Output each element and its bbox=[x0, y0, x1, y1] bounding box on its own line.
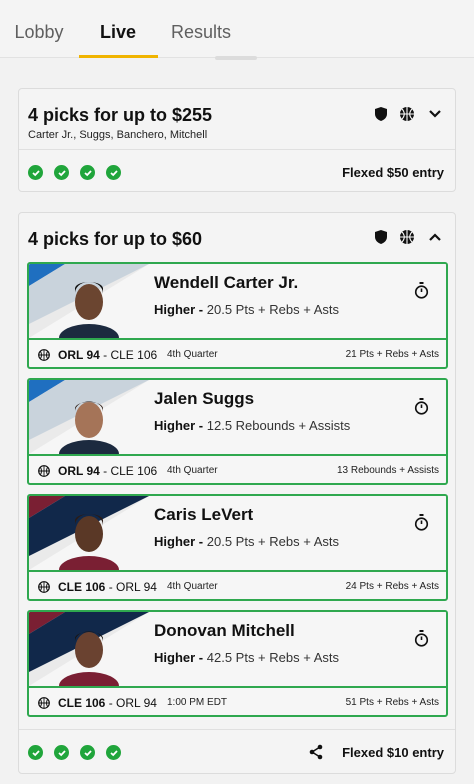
shield-icon bbox=[375, 107, 387, 121]
stopwatch-icon bbox=[414, 514, 429, 531]
pull-handle bbox=[215, 56, 257, 60]
player-photo bbox=[29, 612, 149, 686]
entry-amount: Flexed $10 entry bbox=[342, 745, 444, 760]
chevron-up-icon[interactable] bbox=[427, 229, 443, 245]
entry-title: 4 picks for up to $255 bbox=[28, 105, 213, 125]
entry-card-1[interactable]: 4 picks for up to $255 Carter Jr., Suggs… bbox=[18, 88, 456, 192]
pick-result-checks bbox=[28, 165, 121, 180]
check-icon bbox=[54, 745, 69, 760]
pick-game-info: ORL 94 - CLE 106 4th Quarter 13 Rebounds… bbox=[29, 458, 446, 483]
basketball-icon bbox=[38, 465, 50, 477]
game-score: CLE 106 - ORL 94 bbox=[58, 580, 157, 594]
current-stat: 21 Pts + Rebs + Asts bbox=[345, 349, 439, 360]
player-photo bbox=[29, 496, 149, 570]
basketball-icon bbox=[38, 697, 50, 709]
check-icon bbox=[28, 745, 43, 760]
pick-card[interactable]: Donovan Mitchell Higher - 42.5 Pts + Reb… bbox=[27, 610, 448, 717]
current-stat: 13 Rebounds + Assists bbox=[336, 465, 439, 476]
game-score: ORL 94 - CLE 106 bbox=[58, 464, 158, 478]
divider bbox=[19, 729, 455, 730]
game-time: 1:00 PM EDT bbox=[167, 697, 228, 708]
player-photo bbox=[29, 264, 149, 338]
pick-game-info: CLE 106 - ORL 94 4th Quarter 24 Pts + Re… bbox=[29, 574, 446, 599]
player-photo bbox=[29, 380, 149, 454]
current-stat: 24 Pts + Rebs + Asts bbox=[345, 581, 439, 592]
basketball-icon bbox=[400, 230, 414, 244]
stopwatch-icon bbox=[414, 398, 429, 415]
entry-card-2: 4 picks for up to $60 Wendell Carter Jr.… bbox=[18, 212, 456, 774]
current-stat: 51 Pts + Rebs + Asts bbox=[345, 697, 439, 708]
pick-header: Jalen Suggs Higher - 12.5 Rebounds + Ass… bbox=[29, 380, 446, 456]
pick-line: Higher - 20.5 Pts + Rebs + Asts bbox=[154, 302, 339, 317]
game-period: 4th Quarter bbox=[167, 581, 218, 592]
check-icon bbox=[80, 745, 95, 760]
player-name: Donovan Mitchell bbox=[154, 621, 295, 640]
tab-lobby[interactable]: Lobby bbox=[0, 0, 78, 58]
pick-header: Donovan Mitchell Higher - 42.5 Pts + Reb… bbox=[29, 612, 446, 688]
pick-card[interactable]: Caris LeVert Higher - 20.5 Pts + Rebs + … bbox=[27, 494, 448, 601]
tab-live[interactable]: Live bbox=[78, 0, 158, 58]
entry-title: 4 picks for up to $60 bbox=[28, 229, 203, 249]
pick-card[interactable]: Wendell Carter Jr. Higher - 20.5 Pts + R… bbox=[27, 262, 448, 369]
pick-header: Caris LeVert Higher - 20.5 Pts + Rebs + … bbox=[29, 496, 446, 572]
player-name: Wendell Carter Jr. bbox=[154, 273, 299, 292]
check-icon bbox=[28, 165, 43, 180]
check-icon bbox=[106, 165, 121, 180]
stopwatch-icon bbox=[414, 282, 429, 299]
pick-result-checks bbox=[28, 745, 121, 760]
pick-line: Higher - 20.5 Pts + Rebs + Asts bbox=[154, 534, 339, 549]
game-score: ORL 94 - CLE 106 bbox=[58, 348, 158, 362]
stopwatch-icon bbox=[414, 630, 429, 647]
chevron-down-icon[interactable] bbox=[427, 106, 443, 122]
check-icon bbox=[106, 745, 121, 760]
check-icon bbox=[54, 165, 69, 180]
entry-amount: Flexed $50 entry bbox=[342, 165, 444, 180]
entry-players: Carter Jr., Suggs, Banchero, Mitchell bbox=[28, 129, 208, 141]
basketball-icon bbox=[400, 107, 414, 121]
basketball-icon bbox=[38, 349, 50, 361]
pick-game-info: CLE 106 - ORL 94 1:00 PM EDT 51 Pts + Re… bbox=[29, 690, 446, 715]
tab-bar: Lobby Live Results bbox=[0, 0, 474, 58]
pick-game-info: ORL 94 - CLE 106 4th Quarter 21 Pts + Re… bbox=[29, 342, 446, 367]
divider bbox=[19, 149, 455, 150]
shield-icon bbox=[375, 230, 387, 244]
check-icon bbox=[80, 165, 95, 180]
game-period: 4th Quarter bbox=[167, 349, 218, 360]
active-tab-indicator bbox=[79, 55, 158, 58]
basketball-icon bbox=[38, 581, 50, 593]
pick-line: Higher - 42.5 Pts + Rebs + Asts bbox=[154, 650, 339, 665]
tab-results[interactable]: Results bbox=[158, 0, 244, 58]
share-icon[interactable] bbox=[308, 744, 324, 760]
player-name: Caris LeVert bbox=[154, 505, 254, 524]
pick-card[interactable]: Jalen Suggs Higher - 12.5 Rebounds + Ass… bbox=[27, 378, 448, 485]
player-name: Jalen Suggs bbox=[154, 389, 255, 408]
pick-line: Higher - 12.5 Rebounds + Assists bbox=[154, 418, 351, 433]
pick-header: Wendell Carter Jr. Higher - 20.5 Pts + R… bbox=[29, 264, 446, 340]
game-period: 4th Quarter bbox=[167, 465, 218, 476]
game-score: CLE 106 - ORL 94 bbox=[58, 696, 157, 710]
